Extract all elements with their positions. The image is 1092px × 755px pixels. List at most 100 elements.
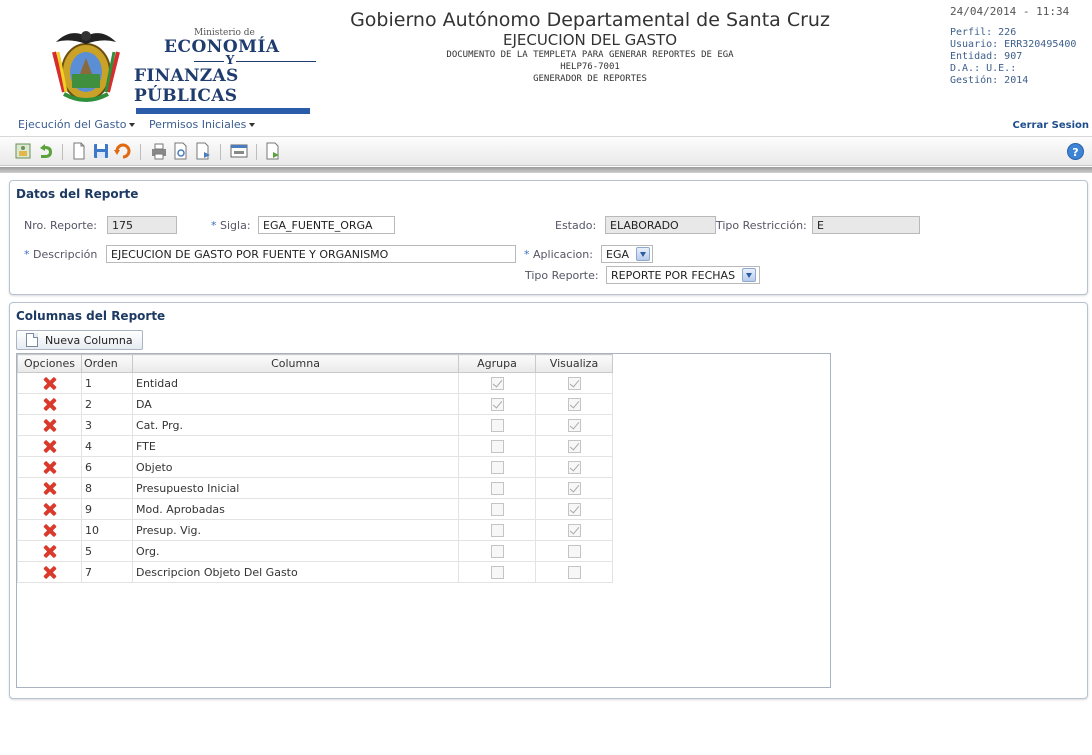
row-options-cell — [17, 498, 82, 520]
row-orden: 8 — [81, 477, 133, 499]
window-icon[interactable] — [230, 142, 248, 160]
agrupa-checkbox[interactable] — [490, 481, 504, 495]
ministry-logo: Ministerio de ECONOMÍA Y FINANZAS PÚBLIC… — [134, 28, 326, 114]
chevron-down-icon — [249, 123, 256, 127]
row-orden: 10 — [81, 519, 133, 541]
visualiza-checkbox[interactable] — [567, 439, 581, 453]
menu-permisos-iniciales[interactable]: Permisos Iniciales — [149, 118, 256, 131]
aplicacion-select[interactable]: EGA — [601, 245, 653, 263]
delete-icon[interactable] — [42, 397, 57, 412]
columns-table: Opciones Orden Columna Agrupa Visualiza … — [17, 354, 613, 583]
delete-icon[interactable] — [42, 544, 57, 559]
agrupa-checkbox[interactable] — [490, 565, 504, 579]
header-agrupa: Agrupa — [458, 354, 536, 373]
panel-title-columns: Columnas del Reporte — [16, 309, 166, 323]
descripcion-label: * Descripción — [24, 248, 98, 261]
row-orden: 5 — [81, 540, 133, 562]
visualiza-checkbox[interactable] — [567, 523, 581, 537]
delete-icon[interactable] — [42, 460, 57, 475]
agrupa-checkbox[interactable] — [490, 376, 504, 390]
agrupa-checkbox[interactable] — [490, 439, 504, 453]
page-code: HELP76-7001 — [560, 62, 620, 72]
delete-icon[interactable] — [42, 565, 57, 580]
bolivia-coat-of-arms-icon — [52, 31, 120, 102]
row-columna: Entidad — [132, 372, 459, 394]
toolbar: ? — [0, 136, 1092, 166]
table-row: 8 Presupuesto Inicial — [17, 477, 613, 499]
session-entidad: Entidad: 907 — [950, 51, 1023, 62]
row-visualiza-cell — [535, 435, 613, 457]
visualiza-checkbox[interactable] — [567, 544, 581, 558]
visualiza-checkbox[interactable] — [567, 376, 581, 390]
row-options-cell — [17, 435, 82, 457]
chevron-down-icon — [742, 268, 756, 282]
estado-field: ELABORADO — [605, 216, 716, 234]
tipo-reporte-select[interactable]: REPORTE POR FECHAS — [606, 266, 760, 284]
row-options-cell — [17, 477, 82, 499]
header-opciones: Opciones — [17, 354, 82, 373]
table-row: 10 Presup. Vig. — [17, 519, 613, 541]
visualiza-checkbox[interactable] — [567, 481, 581, 495]
module-name: GENERADOR DE REPORTES — [533, 74, 647, 84]
row-agrupa-cell — [458, 561, 536, 583]
undo-icon[interactable] — [114, 142, 132, 160]
header-visualiza: Visualiza — [535, 354, 613, 373]
preview-icon[interactable] — [172, 142, 190, 160]
delete-icon[interactable] — [42, 439, 57, 454]
toolbar-separator — [256, 144, 257, 160]
agrupa-checkbox[interactable] — [490, 397, 504, 411]
delete-icon[interactable] — [42, 418, 57, 433]
export-icon[interactable] — [194, 142, 212, 160]
agrupa-checkbox[interactable] — [490, 523, 504, 537]
help-icon[interactable]: ? — [1067, 143, 1084, 160]
row-options-cell — [17, 372, 82, 394]
print-icon[interactable] — [150, 142, 168, 160]
row-orden: 7 — [81, 561, 133, 583]
menu-ejecucion-gasto[interactable]: Ejecución del Gasto — [18, 118, 136, 131]
table-row: 3 Cat. Prg. — [17, 414, 613, 436]
visualiza-checkbox[interactable] — [567, 502, 581, 516]
session-da-ue: D.A.: U.E.: — [950, 63, 1017, 74]
visualiza-checkbox[interactable] — [567, 565, 581, 579]
tipo-reporte-label: Tipo Reporte: — [525, 269, 599, 282]
agrupa-checkbox[interactable] — [490, 502, 504, 516]
ministry-conjunction: Y — [134, 53, 326, 67]
agrupa-checkbox[interactable] — [490, 418, 504, 432]
main-menu: Ejecución del Gasto Permisos Iniciales — [18, 118, 265, 131]
row-visualiza-cell — [535, 519, 613, 541]
row-visualiza-cell — [535, 372, 613, 394]
row-agrupa-cell — [458, 414, 536, 436]
row-columna: Presupuesto Inicial — [132, 477, 459, 499]
report-icon[interactable] — [14, 142, 32, 160]
row-visualiza-cell — [535, 498, 613, 520]
page-header: Ministerio de ECONOMÍA Y FINANZAS PÚBLIC… — [0, 0, 1092, 131]
ministry-line1: ECONOMÍA — [164, 37, 280, 57]
back-icon[interactable] — [36, 142, 54, 160]
chevron-down-icon — [636, 247, 650, 261]
agrupa-checkbox[interactable] — [490, 460, 504, 474]
new-column-button[interactable]: Nueva Columna — [16, 330, 143, 350]
columns-grid: Opciones Orden Columna Agrupa Visualiza … — [16, 353, 831, 688]
descripcion-field[interactable]: EJECUCION DE GASTO POR FUENTE Y ORGANISM… — [106, 245, 516, 263]
visualiza-checkbox[interactable] — [567, 418, 581, 432]
save-icon[interactable] — [92, 142, 110, 160]
row-agrupa-cell — [458, 498, 536, 520]
exit-icon[interactable] — [264, 142, 282, 160]
row-agrupa-cell — [458, 372, 536, 394]
row-options-cell — [17, 519, 82, 541]
delete-icon[interactable] — [42, 481, 57, 496]
row-options-cell — [17, 393, 82, 415]
delete-icon[interactable] — [42, 523, 57, 538]
delete-icon[interactable] — [42, 376, 57, 391]
visualiza-checkbox[interactable] — [567, 397, 581, 411]
delete-icon[interactable] — [42, 502, 57, 517]
row-columna: Mod. Aprobadas — [132, 498, 459, 520]
sigla-field[interactable]: EGA_FUENTE_ORGA — [258, 216, 395, 234]
visualiza-checkbox[interactable] — [567, 460, 581, 474]
report-data-panel: Datos del Reporte Nro. Reporte: 175 * Si… — [9, 180, 1088, 295]
agrupa-checkbox[interactable] — [490, 544, 504, 558]
toolbar-separator — [220, 144, 221, 160]
row-agrupa-cell — [458, 456, 536, 478]
new-doc-icon[interactable] — [70, 142, 88, 160]
logout-link[interactable]: Cerrar Sesion — [1013, 120, 1090, 131]
